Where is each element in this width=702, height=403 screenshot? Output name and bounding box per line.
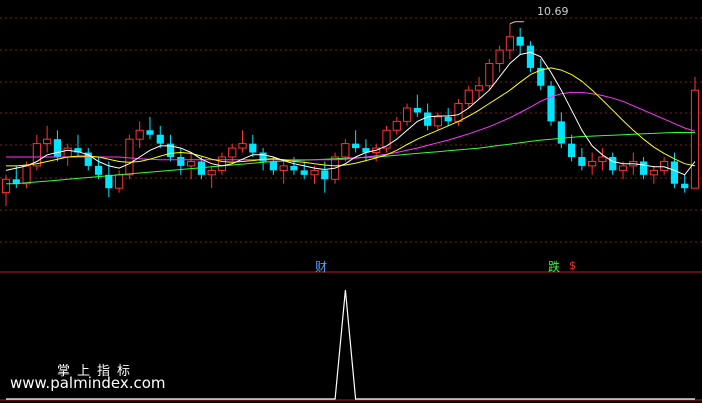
candle-body-up [43, 138, 52, 145]
candle-body-up [22, 165, 31, 185]
candle-body-up [187, 160, 196, 167]
candle-body-down [639, 161, 648, 175]
signal-cai-marker: 财 [315, 260, 328, 274]
candle-body-up [454, 103, 463, 122]
watermark-url: www.palmindex.com [10, 374, 166, 392]
high-price-label: 10.69 [537, 5, 569, 18]
candle-body-up [690, 89, 700, 189]
candle-body-up [341, 143, 350, 158]
candle-body-down [321, 170, 329, 180]
candle-body-up [618, 165, 628, 171]
candle-body-down [53, 139, 62, 157]
candle-body-up [402, 107, 412, 122]
candle-body-down [177, 157, 185, 166]
candle-body-up [279, 165, 288, 171]
candle-body-up [125, 138, 134, 176]
candle-body-up [228, 147, 237, 158]
candle-body-down [670, 161, 679, 184]
candle-body-down [146, 130, 154, 135]
candle-body-down [547, 85, 555, 122]
candle-body-down [156, 134, 164, 144]
candle-body-up [207, 169, 216, 176]
candle-body-up [63, 147, 72, 158]
candle-body-up [598, 156, 607, 162]
candle-body-down [94, 165, 103, 175]
candle-body-down [609, 157, 617, 171]
candle-body-up [433, 116, 443, 127]
ma5-line [5, 51, 696, 176]
stock-chart [0, 17, 702, 401]
candle-body-up [115, 174, 124, 189]
ma60-line [6, 132, 695, 185]
candle-body-up [310, 169, 319, 176]
candle-body-up [464, 89, 473, 105]
candle-body-down [567, 143, 576, 157]
candle-body-up [649, 169, 658, 176]
candle-body-up [485, 62, 494, 87]
candle-body-down [526, 45, 535, 68]
candle-body-down [516, 36, 524, 46]
candle-body-down [352, 143, 360, 149]
candle-body-down [444, 116, 452, 122]
candle-body-up [1, 178, 11, 194]
candle-body-down [105, 174, 113, 189]
high-price-pointer [509, 21, 524, 25]
candle-body-down [290, 165, 298, 171]
candle-body-up [588, 160, 597, 167]
ma20-line [6, 91, 696, 161]
signal-die-marker: 跌 [548, 260, 561, 274]
candle-body-down [249, 143, 257, 153]
ma10-line [6, 67, 696, 167]
candle-body-up [495, 49, 504, 64]
candle-body-up [505, 36, 514, 51]
candle-body-down [269, 161, 277, 171]
candle-body-up [238, 143, 247, 149]
candle-body-down [424, 112, 432, 126]
candle-body-down [681, 183, 689, 189]
candle-body-up [474, 85, 484, 91]
candle-body-down [413, 108, 421, 113]
candle-body-up [217, 156, 227, 171]
candle-body-down [300, 170, 308, 175]
candle-body-down [557, 121, 565, 144]
candle-body-up [392, 120, 401, 131]
candle-body-down [578, 157, 586, 166]
candle-body-up [135, 129, 144, 140]
candle-body-up [660, 160, 669, 171]
signal-dollar-marker: $ [569, 259, 576, 272]
